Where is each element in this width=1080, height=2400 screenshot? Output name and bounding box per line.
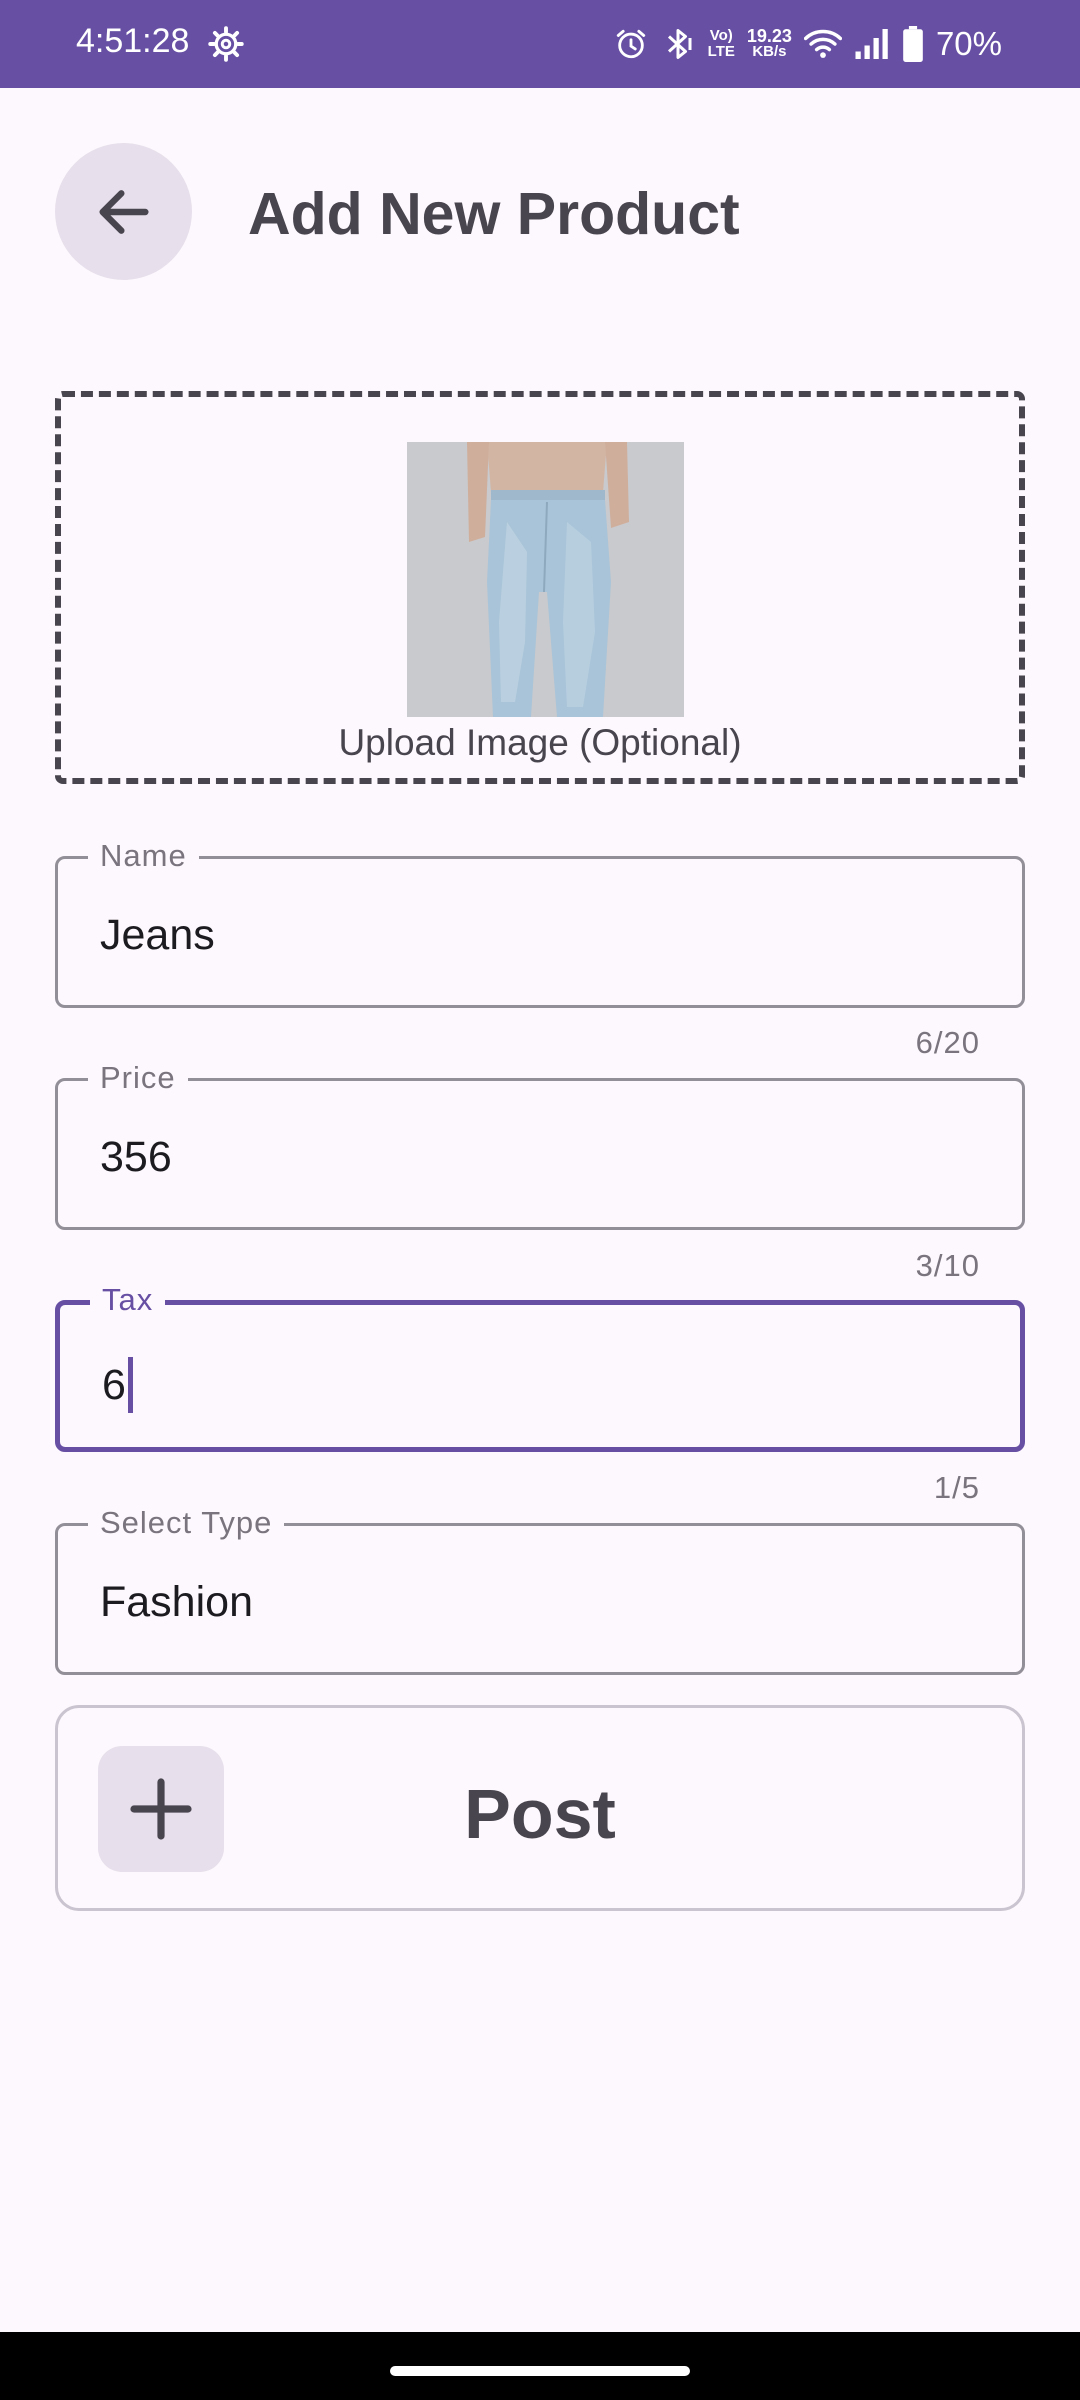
volte-indicator: Vo) LTE xyxy=(708,28,735,60)
network-speed: 19.23 KB/s xyxy=(746,26,792,60)
battery-percent: 70% xyxy=(935,25,1002,62)
lte-text: LTE xyxy=(707,43,735,60)
post-button[interactable]: Post xyxy=(55,1705,1025,1911)
speed-unit: KB/s xyxy=(752,43,787,60)
signal-icon xyxy=(855,29,888,59)
price-field-value[interactable]: 356 xyxy=(100,1133,172,1181)
bluetooth-icon xyxy=(667,29,692,59)
name-field-label: Name xyxy=(88,839,199,873)
upload-image-area[interactable]: Upload Image (Optional) xyxy=(55,391,1025,784)
navigation-bar xyxy=(0,2332,1080,2400)
tax-field-value: 6 xyxy=(102,1361,126,1409)
page-title: Add New Product xyxy=(248,181,740,247)
upload-label: Upload Image (Optional) xyxy=(338,722,742,763)
alarm-icon xyxy=(616,29,645,59)
post-button-label: Post xyxy=(464,1775,616,1853)
name-field[interactable]: Name Jeans xyxy=(55,839,1025,1008)
gear-icon xyxy=(208,26,244,62)
select-type-value[interactable]: Fashion xyxy=(100,1578,253,1626)
status-bar: 4:51:28 Vo) LTE 19.23 KB/s 70% xyxy=(0,0,1080,88)
battery-icon xyxy=(903,26,923,62)
select-type-label: Select Type xyxy=(88,1506,285,1540)
status-time: 4:51:28 xyxy=(76,22,190,60)
status-icons: Vo) LTE 19.23 KB/s 70% xyxy=(614,18,1002,70)
name-char-counter: 6/20 xyxy=(915,1025,980,1060)
price-field-label: Price xyxy=(88,1061,188,1095)
price-char-counter: 3/10 xyxy=(915,1248,980,1283)
back-button[interactable] xyxy=(55,143,192,280)
wifi-icon xyxy=(803,29,842,58)
tax-field-input[interactable]: 6 xyxy=(102,1357,133,1413)
name-field-value[interactable]: Jeans xyxy=(100,911,215,959)
home-indicator[interactable] xyxy=(390,2366,690,2376)
tax-field[interactable]: Tax 6 xyxy=(55,1283,1025,1452)
price-field[interactable]: Price 356 xyxy=(55,1061,1025,1230)
product-image xyxy=(407,442,684,717)
select-type-field[interactable]: Select Type Fashion xyxy=(55,1506,1025,1675)
volte-text: Vo) xyxy=(709,27,733,44)
text-cursor xyxy=(127,1357,133,1413)
speed-value: 19.23 xyxy=(746,26,792,46)
tax-char-counter: 1/5 xyxy=(933,1470,980,1505)
arrow-left-icon xyxy=(98,189,149,234)
tax-field-label: Tax xyxy=(90,1283,166,1317)
jeans-photo xyxy=(407,442,684,717)
screen: 4:51:28 Vo) LTE 19.23 KB/s 70% Add New P… xyxy=(0,0,1080,2400)
